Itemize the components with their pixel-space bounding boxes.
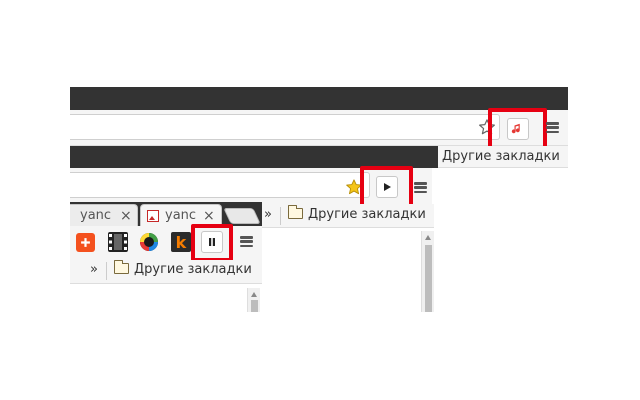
play-icon	[382, 182, 392, 192]
middle-scrollbar-thumb[interactable]	[425, 245, 432, 312]
folder-icon	[287, 205, 303, 219]
color-wheel-extension-icon[interactable]	[139, 232, 159, 252]
bottom-scrollbar-thumb[interactable]	[251, 300, 258, 312]
plus-extension-icon[interactable]	[76, 233, 95, 252]
tab-close-icon[interactable]: ×	[120, 208, 132, 224]
folder-icon	[113, 260, 129, 274]
tab-label: yanc	[80, 208, 112, 223]
music-note-icon	[511, 122, 525, 136]
pause-icon	[207, 237, 217, 247]
tab-label: yanc	[165, 208, 197, 223]
middle-omnibox[interactable]	[70, 172, 370, 198]
image-favicon-icon	[147, 209, 159, 222]
top-other-bookmarks-label[interactable]: Другие закладки	[442, 149, 560, 164]
bottom-bookmarks-overflow[interactable]: »	[90, 262, 98, 277]
bottom-other-bookmarks[interactable]: Другие закладки	[113, 260, 252, 277]
top-omnibox[interactable]	[70, 114, 500, 140]
middle-other-bookmarks[interactable]: Другие закладки	[287, 205, 426, 222]
middle-other-bookmarks-label: Другие закладки	[308, 207, 426, 222]
k-extension-icon[interactable]: k	[171, 232, 191, 252]
scroll-up-arrow-icon[interactable]	[251, 292, 257, 297]
play-extension-button[interactable]	[376, 176, 398, 198]
tab-yandex-1[interactable]: yanc ×	[70, 204, 138, 226]
pause-extension-button[interactable]	[201, 231, 223, 253]
bookmark-divider	[280, 207, 281, 225]
film-extension-icon[interactable]	[108, 232, 128, 252]
middle-bookmarks-overflow[interactable]: »	[264, 207, 272, 222]
scroll-up-arrow-icon[interactable]	[425, 235, 431, 240]
k-extension-label: k	[175, 232, 187, 252]
top-browser-titlebar	[70, 87, 568, 110]
middle-browser-titlebar	[70, 146, 438, 168]
bookmark-divider	[106, 262, 107, 280]
bottom-browser-toolbar	[70, 226, 262, 260]
bottom-other-bookmarks-label: Другие закладки	[134, 262, 252, 277]
tab-yandex-2[interactable]: yanc ×	[140, 204, 222, 226]
bottom-menu-icon[interactable]	[240, 236, 253, 247]
bottom-scrollbar[interactable]	[247, 288, 260, 312]
music-extension-button[interactable]	[507, 118, 529, 140]
tab-close-icon[interactable]: ×	[203, 208, 215, 224]
middle-menu-icon[interactable]	[414, 182, 427, 193]
top-menu-icon[interactable]	[546, 122, 559, 133]
middle-scrollbar[interactable]	[421, 231, 434, 312]
